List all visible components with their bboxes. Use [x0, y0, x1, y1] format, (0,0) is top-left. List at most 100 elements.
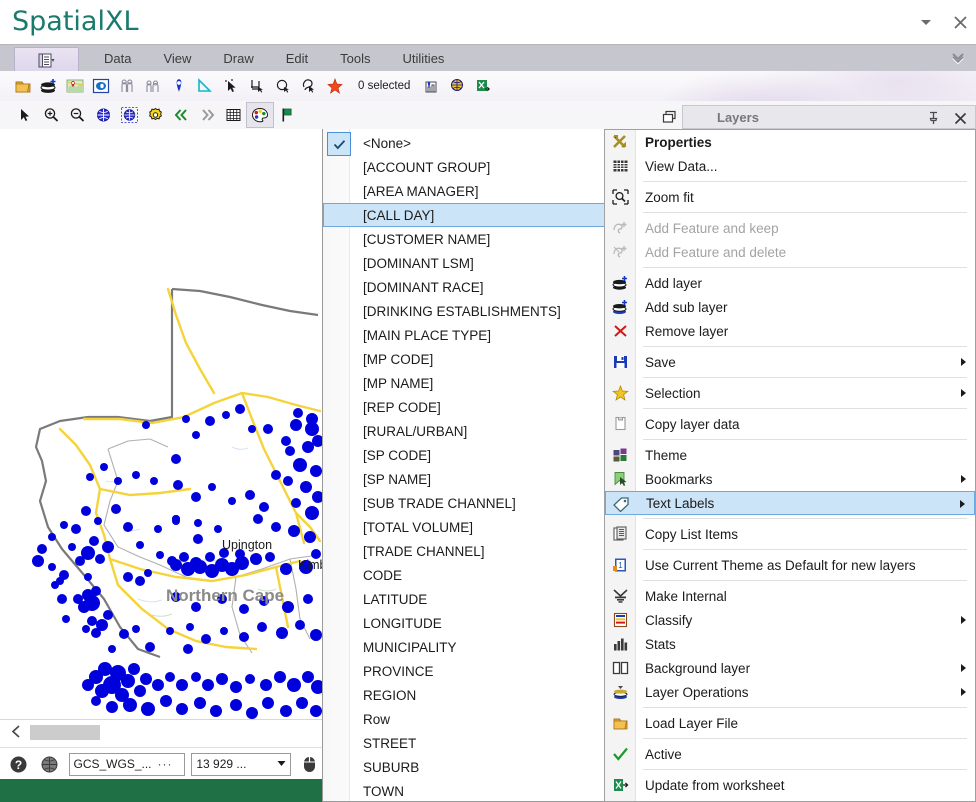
context-menu-item[interactable]: Text Labels [605, 491, 975, 515]
globe-marker-icon[interactable] [444, 73, 470, 99]
scale-field[interactable]: 13 929 ... [191, 753, 290, 776]
context-menu-item[interactable]: Add layer [605, 271, 975, 295]
select-arrow-icon[interactable] [218, 73, 244, 99]
context-menu-item[interactable]: Active [605, 742, 975, 766]
field-list-item[interactable]: [DOMINANT LSM] [323, 251, 605, 275]
zoom-out-icon[interactable] [64, 103, 90, 127]
field-list-item[interactable]: [SP NAME] [323, 467, 605, 491]
field-list-item[interactable]: [MAIN PLACE TYPE] [323, 323, 605, 347]
context-menu-item[interactable]: Bookmarks [605, 467, 975, 491]
globe-select-icon[interactable] [116, 103, 142, 127]
pointer-icon[interactable] [12, 103, 38, 127]
palette-icon[interactable] [246, 102, 274, 128]
field-list-item[interactable]: [AREA MANAGER] [323, 179, 605, 203]
context-menu-item[interactable]: Properties [605, 130, 975, 154]
next-extent-icon[interactable] [194, 103, 220, 127]
context-menu-item[interactable]: Stats [605, 632, 975, 656]
field-list-item[interactable]: REGION [323, 683, 605, 707]
context-menu-item[interactable]: Selection [605, 381, 975, 405]
map-pin-layer-icon[interactable] [62, 73, 88, 99]
add-layer-icon[interactable] [36, 73, 62, 99]
geocode-icon[interactable] [418, 73, 444, 99]
find-features-alt-icon[interactable] [140, 73, 166, 99]
map-horizontal-scrollbar[interactable] [0, 719, 322, 748]
projection-globe-icon[interactable] [37, 751, 62, 777]
clear-selection-icon[interactable] [322, 73, 348, 99]
close-icon[interactable] [954, 112, 967, 125]
field-list-item[interactable]: [ACCOUNT GROUP] [323, 155, 605, 179]
bing-maps-icon[interactable] [88, 73, 114, 99]
field-list-item[interactable]: [REP CODE] [323, 395, 605, 419]
chevron-double-down-icon[interactable] [950, 51, 966, 70]
menu-item-edit[interactable]: Edit [270, 45, 324, 72]
field-dropdown-list[interactable]: <None>[ACCOUNT GROUP][AREA MANAGER][CALL… [322, 129, 606, 802]
map-canvas[interactable]: Upington Kimb Northern Cape Western Cape… [0, 129, 323, 719]
field-list-item[interactable]: MUNICIPALITY [323, 635, 605, 659]
previous-extent-icon[interactable] [168, 103, 194, 127]
field-list-item[interactable]: [CUSTOMER NAME] [323, 227, 605, 251]
context-menu-item[interactable]: Load Layer File [605, 711, 975, 735]
context-menu-item[interactable]: Background layer [605, 656, 975, 680]
field-list-item[interactable]: Row [323, 707, 605, 731]
field-list-item[interactable]: LATITUDE [323, 587, 605, 611]
field-list-item[interactable]: [TRADE CHANNEL] [323, 539, 605, 563]
context-menu-item[interactable]: Update from worksheet [605, 773, 975, 797]
field-list-item[interactable]: PROVINCE [323, 659, 605, 683]
context-menu-item[interactable]: Make Internal [605, 584, 975, 608]
context-menu-item[interactable]: Layer Operations [605, 680, 975, 704]
application-menu-icon[interactable] [14, 47, 79, 73]
menu-item-data[interactable]: Data [88, 45, 147, 72]
field-list-item[interactable]: [DOMINANT RACE] [323, 275, 605, 299]
scrollbar-thumb[interactable] [30, 725, 100, 740]
place-marker-icon[interactable] [166, 73, 192, 99]
field-list-item[interactable]: [CALL DAY] [323, 203, 605, 227]
find-features-icon[interactable] [114, 73, 140, 99]
context-menu-item[interactable]: Move to worksheet [605, 797, 975, 802]
field-list-item[interactable]: SUBURB [323, 755, 605, 779]
settings-gear-icon[interactable] [142, 103, 168, 127]
zoom-in-icon[interactable] [38, 103, 64, 127]
select-rectangle-icon[interactable] [244, 73, 270, 99]
context-menu-item[interactable]: Classify [605, 608, 975, 632]
field-list-item[interactable]: <None> [323, 131, 605, 155]
field-list-item[interactable]: TOWN [323, 779, 605, 802]
context-menu-item[interactable]: Remove layer [605, 319, 975, 343]
mouse-icon[interactable] [297, 751, 322, 777]
field-list-item[interactable]: [SUB TRADE CHANNEL] [323, 491, 605, 515]
field-list-item[interactable]: [DRINKING ESTABLISHMENTS] [323, 299, 605, 323]
context-menu-item[interactable]: Copy layer data [605, 412, 975, 436]
chevron-down-icon[interactable] [277, 759, 286, 769]
menu-item-draw[interactable]: Draw [207, 45, 269, 72]
context-menu-item[interactable]: Save [605, 350, 975, 374]
field-list-item[interactable]: STREET [323, 731, 605, 755]
excel-export-icon[interactable] [470, 73, 496, 99]
projection-more-button[interactable]: ··· [158, 757, 173, 771]
field-list-item[interactable]: [MP NAME] [323, 371, 605, 395]
help-icon[interactable]: ? [6, 751, 31, 777]
field-list-item[interactable]: [TOTAL VOLUME] [323, 515, 605, 539]
field-list-item[interactable]: [SP CODE] [323, 443, 605, 467]
pin-icon[interactable] [927, 111, 940, 125]
field-list-item[interactable]: LONGITUDE [323, 611, 605, 635]
globe-icon[interactable] [90, 103, 116, 127]
projection-field[interactable]: GCS_WGS_... ··· [69, 753, 186, 776]
menu-item-utilities[interactable]: Utilities [387, 45, 461, 72]
context-menu-item[interactable]: Copy List Items [605, 522, 975, 546]
restore-window-icon[interactable] [657, 106, 681, 128]
menu-item-tools[interactable]: Tools [324, 45, 386, 72]
grid-icon[interactable] [220, 103, 246, 127]
context-menu-item[interactable]: Zoom fit [605, 185, 975, 209]
open-folder-icon[interactable] [10, 73, 36, 99]
close-icon[interactable] [950, 12, 970, 32]
context-menu-item[interactable]: View Data... [605, 154, 975, 178]
chevron-down-icon[interactable] [916, 12, 936, 32]
menu-item-view[interactable]: View [147, 45, 207, 72]
select-circle-icon[interactable] [270, 73, 296, 99]
chevron-left-icon[interactable] [10, 724, 23, 743]
context-menu-item[interactable]: 1Use Current Theme as Default for new la… [605, 553, 975, 577]
context-menu-item[interactable]: Add sub layer [605, 295, 975, 319]
field-list-item[interactable]: [RURAL/URBAN] [323, 419, 605, 443]
context-menu-item[interactable]: Theme [605, 443, 975, 467]
bookmark-flag-icon[interactable] [274, 103, 300, 127]
measure-triangle-icon[interactable] [192, 73, 218, 99]
